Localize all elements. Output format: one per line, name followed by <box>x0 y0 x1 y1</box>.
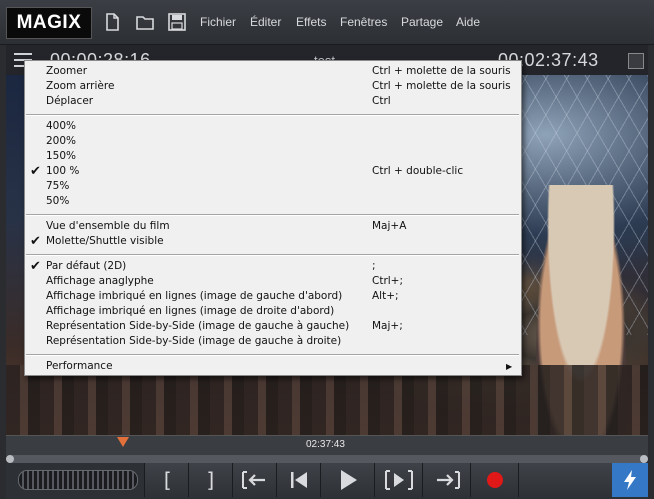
lightning-icon <box>624 470 636 490</box>
menu-item[interactable]: Affichage imbriqué en lignes (image de g… <box>25 289 521 304</box>
menu-item-label: Zoomer <box>46 65 88 77</box>
menu-item-label: Par défaut (2D) <box>46 260 127 272</box>
menu-item[interactable]: 75% <box>25 179 521 194</box>
menu-item[interactable]: Affichage anaglyphe Ctrl+; <box>25 274 521 289</box>
previous-icon <box>291 472 307 488</box>
menu-item-label: 150% <box>46 150 77 162</box>
menu-item-shortcut: Ctrl + molette de la souris <box>372 65 511 77</box>
menu-item-label: Molette/Shuttle visible <box>46 235 164 247</box>
menu-item[interactable]: ✔ Molette/Shuttle visible <box>25 234 521 249</box>
menu-item-label: 200% <box>46 135 77 147</box>
menu-fichier[interactable]: Fichier <box>200 15 236 29</box>
timeline-ruler[interactable]: 02:37:43 <box>6 435 648 456</box>
checkmark-icon: ✔ <box>30 234 41 249</box>
menu-item-label: Affichage anaglyphe <box>46 275 154 287</box>
menu-item-shortcut: Maj+; <box>372 320 403 332</box>
record-icon <box>487 472 503 488</box>
scrollbar-left-handle[interactable] <box>6 455 14 463</box>
set-out-marker-button[interactable]: ] <box>188 463 234 497</box>
menu-item[interactable]: 150% <box>25 149 521 164</box>
menu-item-shortcut: Maj+A <box>372 220 407 232</box>
previous-frame-button[interactable] <box>276 463 322 497</box>
menu-item[interactable]: 50% <box>25 194 521 209</box>
menu-item[interactable]: ✔ Par défaut (2D); <box>25 259 521 274</box>
menu-item-label: Affichage imbriqué en lignes (image de g… <box>46 290 343 302</box>
play-button[interactable] <box>320 463 376 497</box>
menu-item-shortcut: Ctrl + double-clic <box>372 165 464 177</box>
menu-bar: MAGIX Fichier Éditer Effets Fenêtres Par… <box>0 0 654 45</box>
menu-item[interactable]: 400% <box>25 119 521 134</box>
menu-item-label: Zoom arrière <box>46 80 115 92</box>
menu-item-label: 100 % <box>46 165 80 177</box>
timeline-time: 02:37:43 <box>306 439 345 450</box>
menu-item[interactable]: ✔ 100 % Ctrl + double-clic <box>25 164 521 179</box>
menu-item-shortcut: Alt+; <box>372 290 399 302</box>
save-icon[interactable] <box>167 12 187 32</box>
menu-item-label: Représentation Side-by-Side (image de ga… <box>46 335 342 347</box>
menu-item-label: Affichage imbriqué en lignes (image de d… <box>46 305 335 317</box>
jump-to-end-icon <box>437 471 460 489</box>
transport-bar: [ ] <box>6 463 648 499</box>
menu-item[interactable]: Performance ▶ <box>25 359 521 374</box>
menu-item-shortcut: Ctrl+; <box>372 275 404 287</box>
scrollbar-right-handle[interactable] <box>640 455 648 463</box>
menu-item-label: 75% <box>46 180 70 192</box>
menu-item-shortcut: Ctrl <box>372 95 391 107</box>
submenu-arrow-icon: ▶ <box>506 362 513 371</box>
menu-separator <box>26 254 519 256</box>
record-button[interactable] <box>470 463 520 497</box>
menu-item-shortcut: Ctrl + molette de la souris <box>372 80 511 92</box>
flash-button[interactable] <box>612 463 648 497</box>
menu-separator <box>26 354 519 356</box>
jump-to-start-icon <box>242 471 265 489</box>
menu-item-label: 50% <box>46 195 70 207</box>
menu-item[interactable]: Déplacer Ctrl <box>25 94 521 109</box>
menu-item[interactable]: Zoomer Ctrl + molette de la souris <box>25 64 521 79</box>
menu-item[interactable]: Zoom arrière Ctrl + molette de la souris <box>25 79 521 94</box>
menu-item-label: 400% <box>46 120 77 132</box>
menu-item-shortcut: ; <box>372 260 376 272</box>
menu-partage[interactable]: Partage <box>401 15 443 29</box>
menu-item-label: Vue d'ensemble du film <box>46 220 170 232</box>
menu-effets[interactable]: Effets <box>296 15 326 29</box>
playhead-marker[interactable] <box>117 437 129 447</box>
checkmark-icon: ✔ <box>30 164 41 179</box>
checkmark-icon: ✔ <box>30 259 41 274</box>
menu-separator <box>26 114 519 116</box>
jump-to-start-button[interactable] <box>232 463 278 497</box>
menu-item[interactable]: Vue d'ensemble du film Maj+A <box>25 219 521 234</box>
menu-item[interactable]: Représentation Side-by-Side (image de ga… <box>25 334 521 349</box>
jump-to-end-button[interactable] <box>422 463 472 497</box>
menu-item-label: Performance <box>46 360 113 372</box>
jog-shuttle-wheel[interactable] <box>18 470 138 490</box>
magix-logo: MAGIX <box>6 7 92 39</box>
menu-item[interactable]: Représentation Side-by-Side (image de ga… <box>25 319 521 334</box>
set-in-marker-button[interactable]: [ <box>144 463 190 497</box>
next-marker-icon <box>385 470 413 490</box>
menu-editer[interactable]: Éditer <box>250 15 281 29</box>
menu-item[interactable]: Affichage imbriqué en lignes (image de d… <box>25 304 521 319</box>
menu-fenetres[interactable]: Fenêtres <box>340 15 387 29</box>
open-folder-icon[interactable] <box>135 12 155 32</box>
menu-aide[interactable]: Aide <box>456 15 480 29</box>
play-icon <box>341 470 357 490</box>
monitor-close-button[interactable] <box>628 53 644 69</box>
menu-item[interactable]: 200% <box>25 134 521 149</box>
transport-empty-slot <box>518 463 614 497</box>
menu-separator <box>26 214 519 216</box>
new-file-icon[interactable] <box>102 12 122 32</box>
next-marker-button[interactable] <box>374 463 424 497</box>
menu-item-label: Déplacer <box>46 95 94 107</box>
menu-item-label: Représentation Side-by-Side (image de ga… <box>46 320 350 332</box>
view-context-menu: Zoomer Ctrl + molette de la souris Zoom ar… <box>24 60 522 376</box>
timeline-scrollbar[interactable] <box>6 455 648 463</box>
